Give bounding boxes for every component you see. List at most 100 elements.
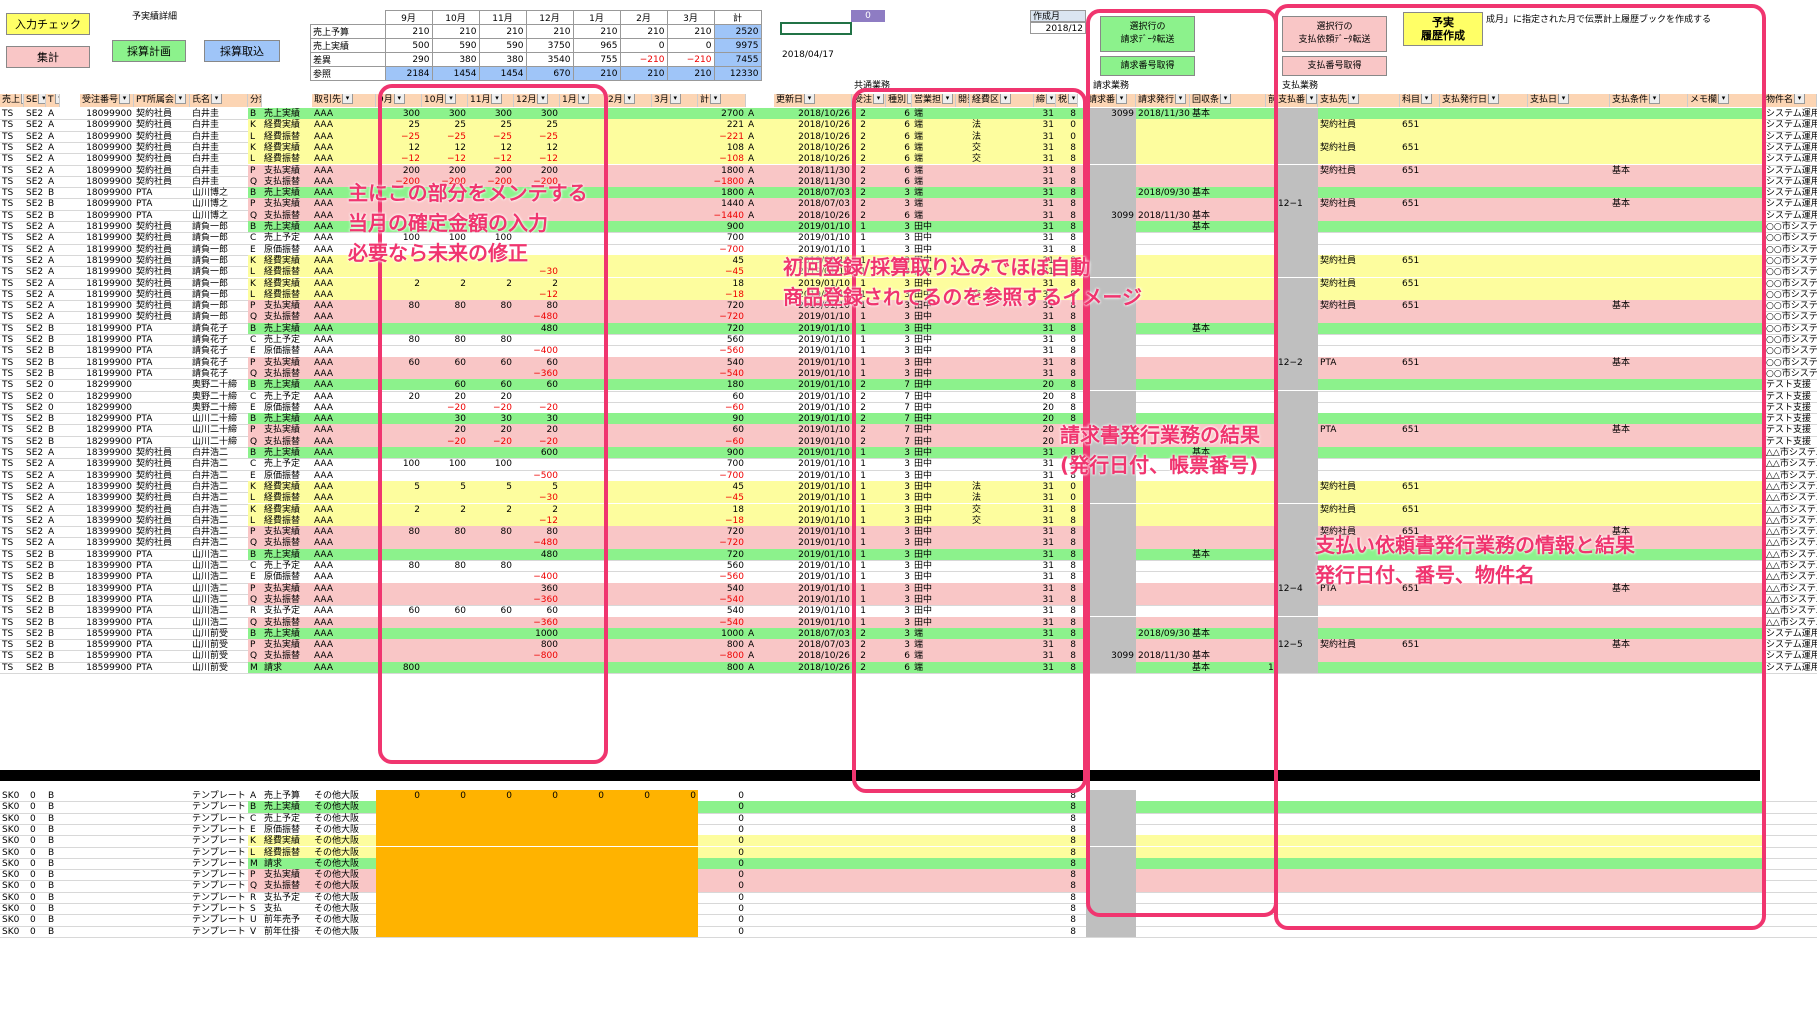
column-header[interactable]: 取引先 ▾ <box>312 94 376 107</box>
table-cell[interactable]: 2018/10/26 <box>774 108 852 120</box>
table-cell[interactable]: B <box>46 662 60 674</box>
table-cell[interactable]: 支払振替 <box>262 650 312 662</box>
template-month-value[interactable]: 0 <box>514 790 560 802</box>
table-cell[interactable]: 31 <box>1034 153 1056 165</box>
table-cell[interactable]: A <box>746 142 760 154</box>
table-cell[interactable]: 3 <box>886 617 912 629</box>
table-cell[interactable]: 契約社員 <box>134 492 190 504</box>
table-cell[interactable]: 田中 <box>912 492 956 504</box>
table-cell[interactable]: 経費振替 <box>262 515 312 527</box>
template-cell[interactable]: 0 <box>28 869 46 881</box>
table-cell[interactable]: 360 <box>514 583 560 595</box>
table-cell[interactable]: 60 <box>422 605 468 617</box>
table-cell[interactable]: AAA <box>312 594 376 606</box>
table-cell[interactable]: PTA <box>134 436 190 448</box>
template-cell[interactable]: B <box>248 801 262 813</box>
table-cell[interactable]: 80 <box>422 526 468 538</box>
table-cell[interactable]: 田中 <box>912 391 956 403</box>
table-cell[interactable]: PTA <box>134 424 190 436</box>
table-cell[interactable]: 3099 <box>1086 650 1136 662</box>
table-cell[interactable]: 1 <box>852 605 868 617</box>
table-cell[interactable]: 2018/11/30 <box>774 165 852 177</box>
table-cell[interactable]: 18099900 <box>80 210 134 222</box>
table-cell[interactable]: 2019/01/10 <box>774 515 852 527</box>
table-cell[interactable]: PTA <box>134 323 190 335</box>
template-cell[interactable]: SK0 <box>0 903 24 915</box>
template-cell[interactable]: 売上予定 <box>262 813 312 825</box>
table-cell[interactable]: 18299900 <box>80 379 134 391</box>
table-cell[interactable]: 18 <box>698 278 746 290</box>
table-cell[interactable]: 奥野二十締 <box>190 379 248 391</box>
table-cell[interactable]: 3 <box>886 549 912 561</box>
table-cell[interactable]: 基本 <box>1190 650 1266 662</box>
table-cell[interactable]: L <box>248 492 262 504</box>
table-cell[interactable]: A <box>46 300 60 312</box>
table-cell[interactable]: −12 <box>514 515 560 527</box>
table-cell[interactable]: −400 <box>514 345 560 357</box>
table-cell[interactable]: SE2 <box>24 391 46 403</box>
table-cell[interactable]: 支払実績 <box>262 639 312 651</box>
template-cell[interactable]: その他大阪 <box>312 824 376 836</box>
table-cell[interactable]: 18399900 <box>80 458 134 470</box>
table-cell[interactable]: Q <box>248 594 262 606</box>
template-cell[interactable]: B <box>46 835 60 847</box>
table-cell[interactable]: 8 <box>1056 402 1078 414</box>
table-cell[interactable]: 1 <box>852 617 868 629</box>
table-cell[interactable]: テスト支援 <box>1764 424 1817 436</box>
column-header[interactable]: 11月 ▾ <box>468 94 514 107</box>
table-cell[interactable]: システム運用支援 <box>1764 662 1817 674</box>
table-cell[interactable]: 7 <box>886 424 912 436</box>
column-header[interactable]: 売上▾ <box>0 94 24 107</box>
table-cell[interactable]: 18199900 <box>80 289 134 301</box>
table-cell[interactable]: 31 <box>1034 504 1056 516</box>
table-cell[interactable]: 31 <box>1034 481 1056 493</box>
table-cell[interactable]: 200 <box>468 165 514 177</box>
input-check-button[interactable]: 入力チェック <box>6 13 90 35</box>
table-cell[interactable]: −18 <box>698 289 746 301</box>
column-header[interactable]: 受注 ▾ <box>852 94 886 107</box>
table-cell[interactable]: −400 <box>514 571 560 583</box>
table-cell[interactable]: 720 <box>698 323 746 335</box>
table-cell[interactable]: P <box>248 357 262 369</box>
table-cell[interactable]: 売上実績 <box>262 379 312 391</box>
filter-dropdown-icon[interactable]: ▾ <box>1046 94 1055 104</box>
table-cell[interactable]: 25 <box>422 119 468 131</box>
table-cell[interactable]: 2 <box>852 119 868 131</box>
table-cell[interactable]: −540 <box>698 594 746 606</box>
table-cell[interactable]: 18599900 <box>80 628 134 640</box>
table-cell[interactable]: 3 <box>886 560 912 572</box>
table-cell[interactable]: システム運用支援 <box>1764 108 1817 120</box>
table-cell[interactable]: △△市システム開発支援 <box>1764 515 1817 527</box>
table-cell[interactable]: 山川前受 <box>190 628 248 640</box>
table-cell[interactable]: −12 <box>514 153 560 165</box>
table-cell[interactable]: 31 <box>1034 311 1056 323</box>
table-cell[interactable]: 18099900 <box>80 142 134 154</box>
table-cell[interactable]: B <box>46 594 60 606</box>
table-cell[interactable]: 契約社員 <box>134 289 190 301</box>
column-header[interactable]: 10月 ▾ <box>422 94 468 107</box>
table-cell[interactable]: 18299900 <box>80 402 134 414</box>
table-cell[interactable]: 651 <box>1400 142 1440 154</box>
table-cell[interactable]: A <box>746 153 760 165</box>
table-cell[interactable]: 3 <box>886 232 912 244</box>
table-cell[interactable]: −20 <box>468 402 514 414</box>
table-cell[interactable]: 18099900 <box>80 119 134 131</box>
table-cell[interactable]: SE2 <box>24 210 46 222</box>
table-cell[interactable]: TS <box>0 210 24 222</box>
table-cell[interactable]: 8 <box>1056 323 1078 335</box>
table-cell[interactable]: −18 <box>698 515 746 527</box>
table-cell[interactable]: 60 <box>468 379 514 391</box>
table-cell[interactable]: 契約社員 <box>134 300 190 312</box>
table-cell[interactable]: −20 <box>468 436 514 448</box>
table-cell[interactable]: 80 <box>468 526 514 538</box>
template-cell[interactable]: 0 <box>28 880 46 892</box>
filter-dropdown-icon[interactable]: ▾ <box>1220 94 1232 104</box>
column-header[interactable]: PT所属会 ▾ <box>134 94 190 107</box>
table-cell[interactable]: ○○市システム開発支援 <box>1764 278 1817 290</box>
table-cell[interactable]: 12−1 <box>1276 198 1318 210</box>
table-cell[interactable]: 12−2 <box>1276 357 1318 369</box>
table-cell[interactable]: 1 <box>852 515 868 527</box>
template-cell[interactable]: 経費実績 <box>262 835 312 847</box>
table-cell[interactable]: 1 <box>852 334 868 346</box>
table-cell[interactable]: 3 <box>886 537 912 549</box>
